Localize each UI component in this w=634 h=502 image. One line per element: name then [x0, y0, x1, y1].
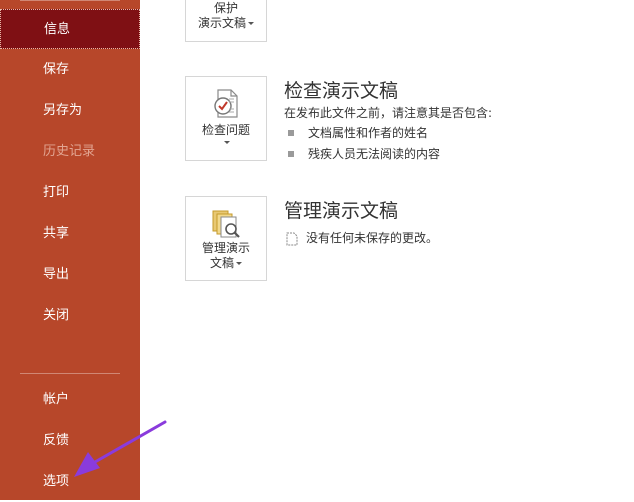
- inspect-description: 在发布此文件之前，请注意其是否包含:: [284, 106, 493, 120]
- manage-label-line1: 管理演示: [201, 241, 250, 255]
- sidebar-item-account[interactable]: 帐户: [0, 380, 140, 420]
- manage-title: 管理演示文稿: [284, 200, 399, 222]
- chevron-down-icon: [236, 262, 242, 265]
- chevron-down-icon: [224, 141, 230, 144]
- sidebar-item-save-as[interactable]: 另存为: [0, 91, 140, 131]
- sidebar-item-close[interactable]: 关闭: [0, 296, 140, 336]
- inspect-title: 检查演示文稿: [284, 80, 399, 102]
- sidebar-item-feedback[interactable]: 反馈: [0, 421, 140, 461]
- sidebar-item-info[interactable]: 信息: [0, 9, 140, 49]
- sidebar-divider-top: [20, 0, 120, 1]
- sidebar-item-history: 历史记录: [43, 144, 96, 159]
- manage-presentation-button[interactable]: 管理演示 文稿: [185, 196, 267, 281]
- document-icon: [286, 232, 298, 245]
- sidebar-item-options[interactable]: 选项: [0, 462, 140, 502]
- inspect-bullet: 残疾人员无法阅读的内容: [288, 145, 440, 162]
- backstage-sidebar: 信息 保存 另存为 历史记录 打印 共享 导出 关闭 帐户 反馈 选项: [0, 0, 140, 500]
- manage-versions-icon: [212, 210, 240, 238]
- protect-label-line2: 演示文稿: [186, 16, 266, 31]
- check-for-issues-button[interactable]: 检查问题: [185, 76, 267, 161]
- sidebar-item-export[interactable]: 导出: [0, 255, 140, 295]
- inspect-bullet: 文档属性和作者的姓名: [288, 124, 428, 141]
- chevron-down-icon: [248, 22, 254, 25]
- manage-note: 没有任何未保存的更改。: [286, 229, 438, 246]
- sidebar-item-share[interactable]: 共享: [0, 214, 140, 254]
- sidebar-item-print[interactable]: 打印: [0, 173, 140, 213]
- sidebar-divider: [20, 373, 120, 374]
- inspect-document-icon: [214, 89, 238, 118]
- protect-presentation-button[interactable]: 保护 演示文稿: [185, 0, 267, 42]
- sidebar-item-save[interactable]: 保存: [0, 50, 140, 90]
- bullet-square-icon: [288, 129, 294, 136]
- manage-label-line2: 文稿: [186, 256, 266, 271]
- check-for-issues-label: 检查问题: [201, 123, 250, 137]
- protect-label-line1: 保护: [213, 1, 238, 15]
- bullet-square-icon: [288, 150, 294, 157]
